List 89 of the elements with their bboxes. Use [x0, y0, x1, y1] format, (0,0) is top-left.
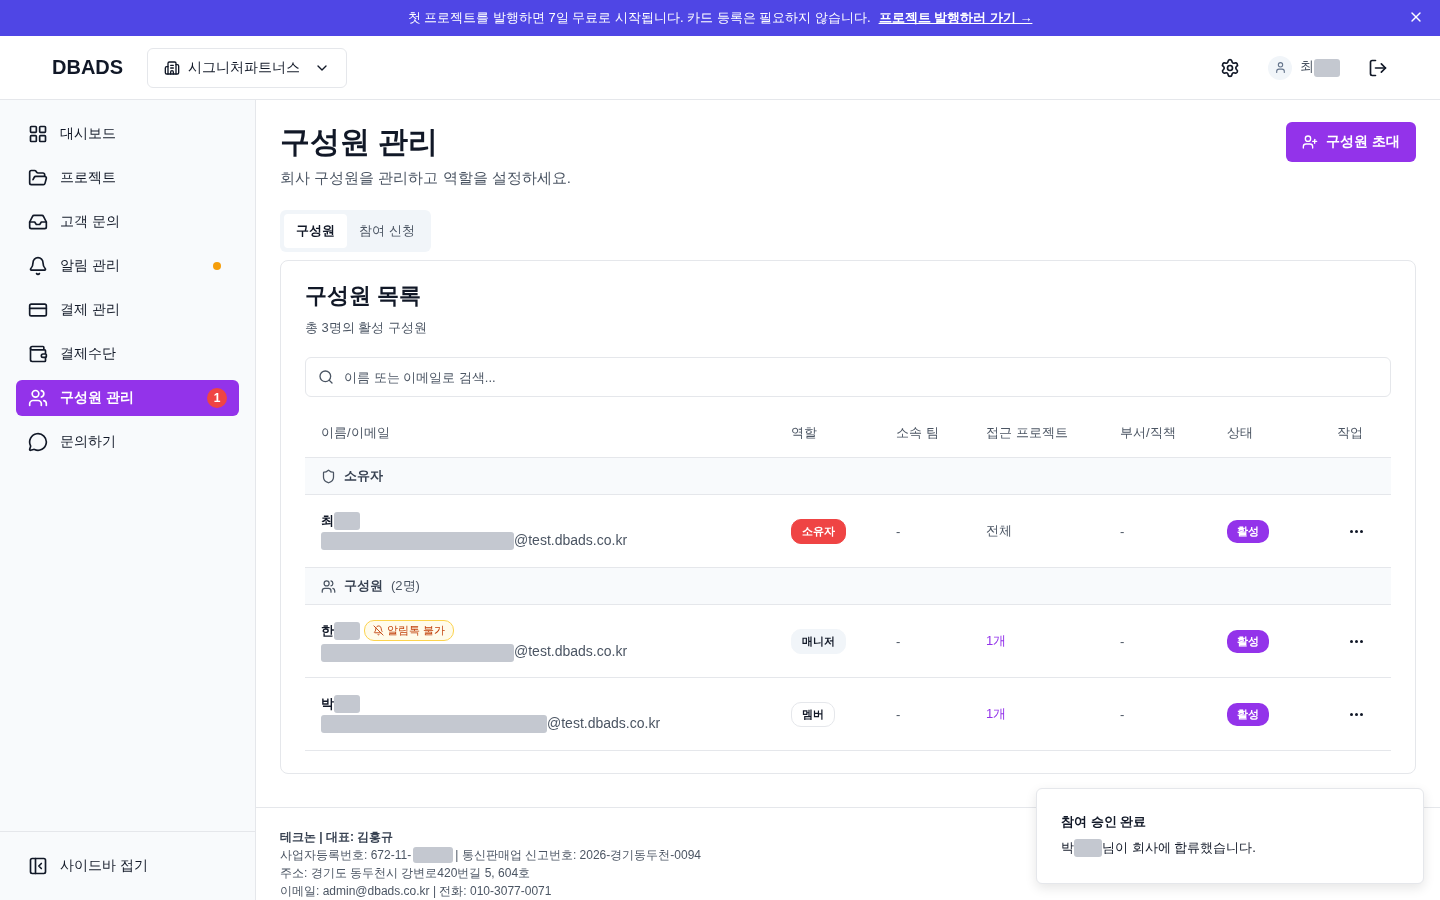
member-name: 한	[321, 621, 360, 641]
add-user-icon	[1302, 134, 1319, 150]
role-badge: 매니저	[791, 628, 846, 654]
projects-link[interactable]: 1개	[986, 632, 1120, 650]
column-header: 접근 프로젝트	[986, 424, 1069, 442]
banner-link[interactable]: 프로젝트 발행하러 가기 →	[878, 9, 1033, 27]
panel-icon	[28, 856, 48, 876]
member-name: 박	[321, 694, 360, 714]
role-badge: 소유자	[791, 518, 846, 544]
table-cell-text: -	[1120, 706, 1126, 722]
column-header: 이름/이메일	[321, 424, 391, 442]
table-cell-text: -	[896, 633, 902, 649]
grid-icon	[28, 124, 48, 144]
inbox-icon	[28, 212, 48, 232]
group-label: 소유자	[344, 467, 383, 485]
sidebar-item[interactable]: 구성원 관리 1	[16, 380, 239, 416]
settings-button[interactable]	[1220, 57, 1240, 78]
redaction	[1314, 58, 1340, 77]
toast-title: 참여 승인 완료	[1061, 813, 1148, 831]
user-name: 최	[1300, 58, 1340, 77]
status-badge: 활성	[1227, 702, 1269, 726]
ellipsis-icon	[1350, 639, 1363, 643]
sidebar-item[interactable]: 결제 관리	[16, 292, 239, 328]
bell-icon	[28, 256, 48, 276]
collapse-sidebar-button[interactable]: 사이드바 접기	[16, 848, 239, 884]
table-cell-text: 전체	[986, 522, 1013, 540]
more-button[interactable]	[1350, 712, 1363, 716]
users-icon	[321, 578, 336, 594]
logo: DBADS	[52, 56, 124, 79]
ellipsis-icon	[1350, 712, 1363, 716]
banner-text: 첫 프로젝트를 발행하면 7일 무료로 시작됩니다. 카드 등록은 필요하지 않습니다.	[407, 9, 871, 27]
page-title: 구성원 관리	[280, 124, 440, 160]
toast-message: 박 님이 회사에 합류했습니다.	[1061, 839, 1257, 857]
footer-company: 테크논 | 대표: 김홍규	[280, 829, 394, 846]
sidebar-item[interactable]: 고객 문의	[16, 204, 239, 240]
member-email: @test.dbads.co.kr	[321, 643, 791, 662]
footer-address: 주소: 경기도 동두천시 강변로420번길 5, 604호	[280, 865, 531, 882]
card-icon	[28, 300, 48, 320]
ellipsis-icon	[1350, 529, 1363, 533]
building-icon	[164, 59, 181, 76]
table-cell-text: -	[896, 523, 902, 539]
count-badge: 1	[207, 388, 227, 408]
footer-text: 사업자등록번호: 672-11-	[280, 847, 412, 864]
group-label: 구성원	[344, 577, 383, 595]
sidebar-item[interactable]: 결제수단	[16, 336, 239, 372]
table-cell-text: -	[896, 706, 902, 722]
folder-icon	[28, 168, 48, 188]
column-header: 작업	[1336, 424, 1364, 442]
status-badge: 활성	[1227, 629, 1269, 653]
card-subtitle: 총 3명의 활성 구성원	[305, 319, 429, 337]
column-header: 소속 팀	[896, 424, 940, 442]
chat-icon	[28, 432, 48, 452]
role-badge: 멤버	[791, 701, 835, 727]
warning-badge: 알림톡 불가	[364, 620, 455, 642]
search-field[interactable]: 이름 또는 이메일로 검색...	[305, 357, 1391, 397]
tab[interactable]: 구성원	[284, 214, 347, 248]
logout-button[interactable]	[1368, 57, 1388, 78]
users-icon	[28, 388, 48, 408]
more-button[interactable]	[1350, 529, 1363, 533]
more-button[interactable]	[1350, 639, 1363, 643]
avatar[interactable]	[1268, 55, 1292, 80]
shield-icon	[321, 468, 336, 484]
member-name: 최	[321, 511, 360, 531]
table-cell-text: -	[1120, 633, 1126, 649]
redaction	[1074, 839, 1102, 857]
projects-link[interactable]: 1개	[986, 705, 1120, 723]
search-icon	[318, 369, 334, 385]
card-title: 구성원 목록	[305, 282, 423, 310]
footer-contact: 이메일: admin@dbads.co.kr | 전화: 010-3077-0071	[280, 883, 552, 900]
company-select[interactable]: 시그니처파트너스	[147, 47, 348, 88]
column-header: 상태	[1227, 424, 1254, 442]
table-cell-text: -	[1120, 523, 1126, 539]
footer-text: | 통신판매업 신고번호: 2026-경기동두천-0094	[455, 847, 701, 864]
sidebar-item[interactable]: 대시보드	[16, 116, 239, 152]
tab[interactable]: 참여 신청	[347, 214, 427, 248]
sidebar-item[interactable]: 알림 관리	[16, 248, 239, 284]
redaction	[413, 847, 454, 863]
redaction	[334, 622, 360, 641]
status-badge: 활성	[1227, 519, 1269, 543]
page-subtitle: 회사 구성원을 관리하고 역할을 설정하세요.	[280, 169, 571, 188]
sidebar-item[interactable]: 프로젝트	[16, 160, 239, 196]
group-count: (2명)	[391, 577, 420, 595]
member-email: @test.dbads.co.kr	[321, 532, 791, 551]
column-header: 역할	[791, 424, 818, 442]
sidebar-item[interactable]: 문의하기	[16, 424, 239, 460]
wallet-icon	[28, 344, 48, 364]
member-email: @test.dbads.co.kr	[321, 715, 791, 734]
column-header: 부서/직책	[1120, 424, 1177, 442]
invite-button[interactable]: 구성원 초대	[1286, 122, 1416, 162]
